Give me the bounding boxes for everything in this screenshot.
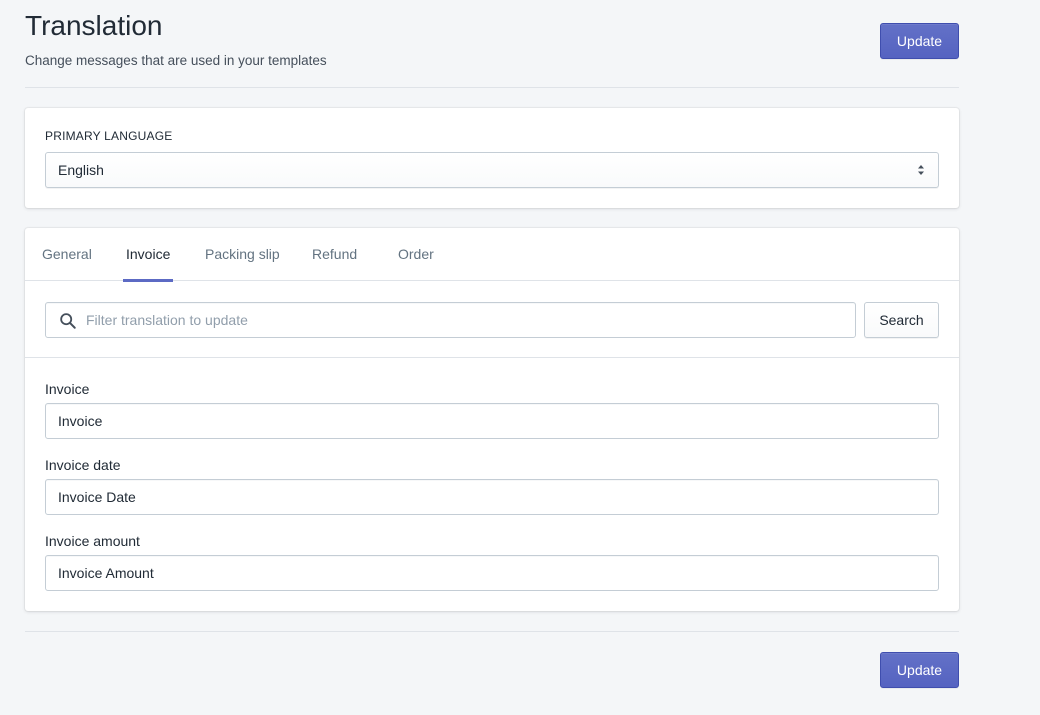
footer-divider [25,631,959,632]
primary-language-select[interactable]: English [45,152,939,188]
language-card: PRIMARY LANGUAGE English [25,108,959,208]
translation-page: Translation Change messages that are use… [25,0,959,688]
page-subtitle: Change messages that are used in your te… [25,53,327,68]
primary-language-value: English [58,162,104,178]
update-button-top[interactable]: Update [880,23,959,59]
translation-card: General Invoice Packing slip Refund Orde… [25,228,959,611]
update-button-bottom[interactable]: Update [880,652,959,688]
search-button[interactable]: Search [864,302,939,338]
select-arrows-icon [918,165,924,175]
tab-bar: General Invoice Packing slip Refund Orde… [25,228,959,282]
field-input-invoice[interactable] [45,403,939,439]
tab-invoice[interactable]: Invoice [122,228,174,282]
search-icon [60,313,76,329]
tab-refund[interactable]: Refund [312,228,357,281]
field-label-invoice-amount: Invoice amount [45,533,140,549]
search-row: Search [25,281,959,358]
page-header: Translation Change messages that are use… [25,0,959,88]
page-title: Translation [25,10,163,41]
field-label-invoice-date: Invoice date [45,457,121,473]
tab-order[interactable]: Order [398,228,434,281]
search-input[interactable] [86,303,846,337]
tab-general[interactable]: General [42,228,92,281]
search-field [45,302,856,338]
primary-language-label: PRIMARY LANGUAGE [45,129,173,143]
field-label-invoice: Invoice [45,381,90,397]
tab-packing-slip[interactable]: Packing slip [205,228,280,281]
field-input-invoice-date[interactable] [45,479,939,515]
field-input-invoice-amount[interactable] [45,555,939,591]
